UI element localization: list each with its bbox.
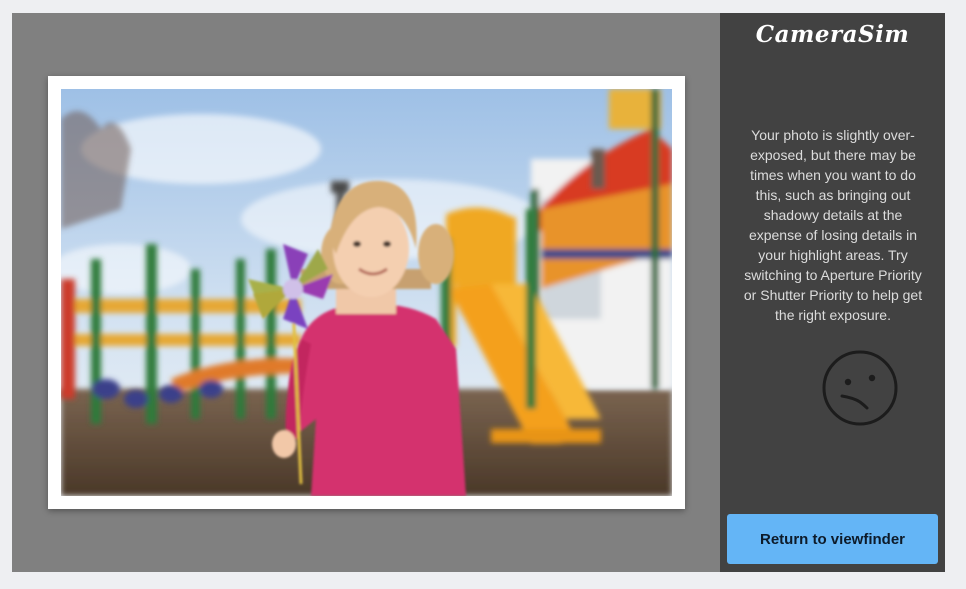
camerasim-app: CameraSim Your photo is slightly over-ex… (12, 13, 945, 572)
captured-photo (61, 89, 672, 496)
photo-stage (12, 13, 720, 572)
photo-illustration (61, 89, 672, 496)
feedback-panel: CameraSim Your photo is slightly over-ex… (720, 13, 945, 572)
camerasim-logo: CameraSim (755, 21, 910, 48)
return-to-viewfinder-button[interactable]: Return to viewfinder (727, 514, 938, 564)
photo-frame (48, 76, 685, 509)
confused-face-icon (822, 350, 898, 426)
exposure-feedback-message: Your photo is slightly over-exposed, but… (743, 127, 923, 323)
